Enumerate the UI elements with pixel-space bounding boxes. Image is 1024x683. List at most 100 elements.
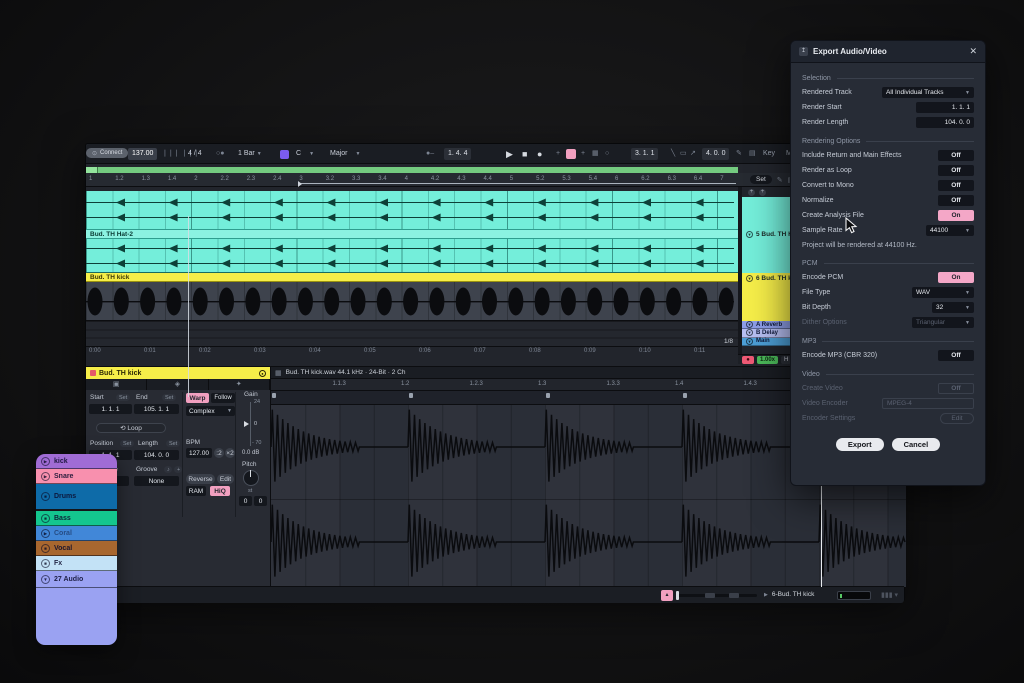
kick-clip-body[interactable] [86,282,738,321]
tab-more[interactable]: ✦ [209,379,270,390]
arrangement-position[interactable]: 1. 4. 4 [444,148,471,160]
set-position-button[interactable]: Set [120,440,134,447]
loop-length-value[interactable]: 104. 0. 0 [134,450,179,460]
scale-icon[interactable] [280,148,289,160]
add-return-icon[interactable]: + [759,189,766,196]
group-body[interactable] [36,588,117,645]
loop-start-field[interactable]: 3. 1. 1 [631,148,658,160]
set-length-button[interactable]: Set [166,440,180,447]
hat-clip-top[interactable] [86,191,738,230]
tab-audio[interactable]: ◈ [147,379,208,390]
dropdown[interactable]: 32▼ [932,302,974,313]
hat-clip-body[interactable] [86,239,738,273]
toggle-off[interactable]: Off [938,195,974,206]
floating-track-list[interactable]: ▶kick▶Snare■Drums■Bass▶Coral■Vocal■Fx▼27… [36,454,117,645]
toggle-off[interactable]: Off [938,350,974,361]
midi-overdub-icon[interactable] [566,148,576,160]
bpm-value[interactable]: 127.00 [186,448,212,458]
key-map-button[interactable]: Key [763,148,775,160]
dropdown[interactable]: All Individual Tracks▼ [882,87,974,98]
stop-button[interactable]: ■ [522,148,527,160]
pitch-semitones[interactable]: 0 [239,496,252,506]
keyboard-icon[interactable]: ▤ [749,148,756,160]
list-item[interactable]: ▶kick [36,454,117,469]
follow-loop-button[interactable]: ▴ [661,590,673,601]
groove-amount[interactable]: ○● [216,148,224,160]
clip-collapse-icon[interactable]: ● [259,370,266,377]
toggle-on[interactable]: On [938,210,974,221]
draw-mode-icon[interactable]: ✎ [736,148,742,160]
stop-icon[interactable]: ■ [41,559,50,568]
gain-fader-handle[interactable] [244,421,249,427]
close-icon[interactable]: ✕ [969,46,977,57]
loop-toggle[interactable]: ⟲ Loop [96,423,166,433]
tri-icon[interactable]: ▼ [41,575,50,584]
groove-plus-icon[interactable]: + [174,466,182,473]
plus-right-icon[interactable]: + [581,148,585,160]
export-button[interactable]: Export [836,438,884,451]
warp-toggle[interactable]: Warp [186,393,209,403]
clip-selector[interactable]: ▶ 6-Bud. TH kick [764,591,814,598]
record-quantize-icon[interactable]: ● [742,356,754,364]
pitch-cents[interactable]: 0 [254,496,267,506]
slider-handle[interactable] [676,591,679,600]
follow-toggle[interactable]: Follow [211,393,235,403]
fold-icon[interactable]: ▾ [746,338,753,345]
zoom-scroll-slider[interactable] [677,594,757,597]
bpm-halve-button[interactable]: :2 [214,448,224,458]
punch-in-icon[interactable]: ╲ [671,148,675,160]
gain-value[interactable]: 0.0 dB [242,450,259,456]
scale-select[interactable]: Major▼ [330,148,360,160]
add-track-icon[interactable]: + [748,189,755,196]
stop-icon[interactable]: ■ [41,514,50,523]
clip-title-bar[interactable]: Bud. TH kick ● [86,367,270,379]
loop-length-field[interactable]: 4. 0. 0 [702,148,729,160]
toggle-off[interactable]: Off [938,150,974,161]
value-field[interactable]: 1. 1. 1 [916,102,974,113]
tempo-field[interactable]: 137.00 [128,148,157,160]
pencil-icon[interactable]: ✎ [777,176,783,184]
fold-icon[interactable]: ▾ [746,321,753,328]
time-ruler[interactable]: 0:000:010:020:030:040:050:060:070:080:09… [86,346,738,354]
list-item[interactable]: ▶Snare [36,469,117,484]
warp-marker[interactable] [272,393,276,398]
reverse-button[interactable]: Reverse [186,474,215,484]
cancel-button[interactable]: Cancel [892,438,941,451]
fold-icon[interactable]: ▾ [746,275,753,282]
punch-out-icon[interactable]: ↗ [690,148,696,160]
list-item[interactable]: ▼27 Audio [36,571,117,588]
fold-icon[interactable]: ▾ [746,231,753,238]
arrangement-ruler[interactable]: 11.21.31.422.22.32.433.23.33.444.24.34.4… [86,173,738,187]
groove-value[interactable]: None [134,476,179,486]
toggle-off[interactable]: Off [938,165,974,176]
dropdown[interactable]: WAV▼ [912,287,974,298]
stop-icon[interactable]: ■ [41,492,50,501]
follow-button[interactable]: ●– [426,148,434,160]
list-item[interactable]: ■Bass [36,511,117,526]
dialog-title-bar[interactable]: ↥ Export Audio/Video ✕ [791,41,985,63]
list-item[interactable]: ▶Coral [36,526,117,541]
list-item[interactable]: ■Fx [36,556,117,571]
set-start-button[interactable]: Set [116,394,130,401]
warp-marker[interactable] [409,393,413,398]
groove-commit-icon[interactable]: ♪ [164,466,172,473]
capture-icon[interactable]: ○ [605,148,609,160]
loop-brace[interactable] [298,183,736,186]
time-signature[interactable]: 4 / 4 [188,148,202,160]
gain-fader-track[interactable] [250,402,251,446]
quantize-menu[interactable]: 1 Bar▼ [238,148,262,160]
loop-icon[interactable]: ▭ [680,148,687,160]
list-item[interactable]: ■Drums [36,484,117,511]
toggle-on[interactable]: On [938,272,974,283]
playback-speed[interactable]: 1.00x [757,356,778,364]
hat-clip-title[interactable]: Bud. TH Hat-2 [86,230,738,239]
stop-icon[interactable]: ■ [41,544,50,553]
kick-clip-title[interactable]: Bud. TH kick [86,273,738,282]
clip-end-value[interactable]: 105. 1. 1 [134,404,179,414]
record-button[interactable]: ● [537,148,542,160]
plus-left-icon[interactable]: + [556,148,560,160]
play-icon[interactable]: ▶ [41,472,50,481]
play-icon[interactable]: ▶ [41,529,50,538]
bpm-double-button[interactable]: ×2 [225,448,235,458]
link-status-pill[interactable]: ⊙ Connect [86,148,128,158]
